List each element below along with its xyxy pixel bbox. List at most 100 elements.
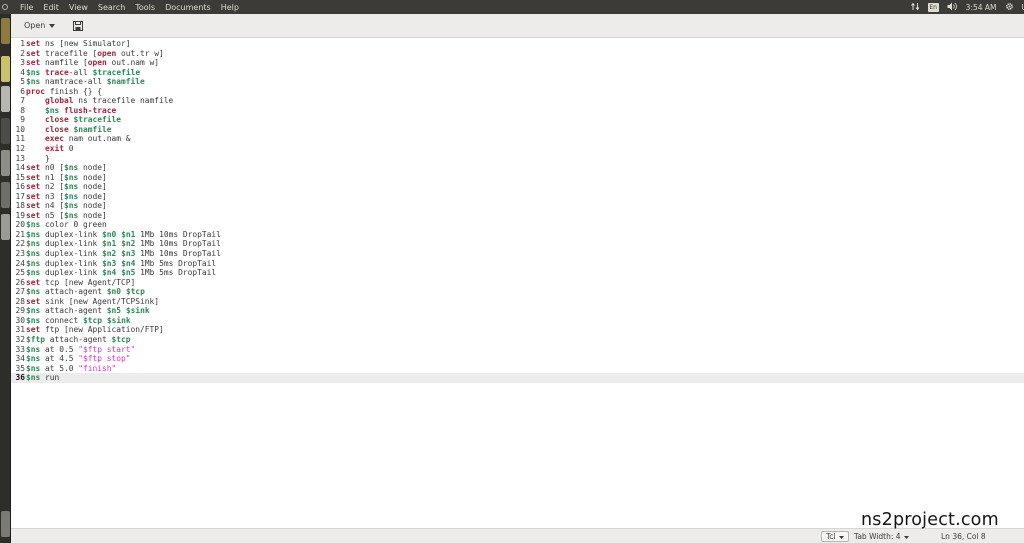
text-token: node] xyxy=(78,163,107,173)
open-button[interactable]: Open xyxy=(18,17,61,34)
menu-search[interactable]: Search xyxy=(93,3,130,12)
menu-tools[interactable]: Tools xyxy=(130,3,160,12)
line-text: close $namfile xyxy=(25,125,112,135)
code-line[interactable]: 7 global ns tracefile namfile xyxy=(11,96,1024,106)
code-line[interactable]: 29 $ns attach-agent $n5 $sink xyxy=(11,306,1024,316)
launcher-bar xyxy=(0,14,11,543)
line-text: $ns at 4.5 "$ftp stop" xyxy=(25,354,131,364)
line-text: $ns attach-agent $n5 $sink xyxy=(25,306,150,316)
variable-token: $sink xyxy=(106,315,131,325)
code-editor[interactable]: 1 set ns [new Simulator] 2 set tracefile [o… xyxy=(11,38,1024,528)
code-line[interactable]: 36 $ns run xyxy=(11,373,1024,383)
text-token: ftp [new Application/FTP] xyxy=(40,325,164,335)
text-token: color 0 green xyxy=(40,220,107,230)
code-line[interactable]: 32 $ftp attach-agent $tcp xyxy=(11,335,1024,345)
keyword-token: flush-trace xyxy=(64,105,117,115)
code-line[interactable]: 1 set ns [new Simulator] xyxy=(11,39,1024,49)
session-gear-icon[interactable] xyxy=(1005,2,1014,13)
variable-token: $n3 xyxy=(102,258,117,268)
string-token: "finish" xyxy=(78,363,117,373)
launcher-trash-icon[interactable] xyxy=(1,511,10,537)
keyword-token: close xyxy=(45,115,69,125)
code-line[interactable]: 27 $ns attach-agent $n0 $tcp xyxy=(11,287,1024,297)
code-line[interactable]: 13 } xyxy=(11,154,1024,164)
code-line[interactable]: 20 $ns color 0 green xyxy=(11,220,1024,230)
code-line[interactable]: 3 set namfile [open out.nam w] xyxy=(11,58,1024,68)
code-line[interactable]: 31 set ftp [new Application/FTP] xyxy=(11,325,1024,335)
text-token: -all xyxy=(68,67,93,77)
variable-token: $ns xyxy=(64,201,79,211)
string-token: "$ftp start" xyxy=(78,344,136,354)
code-line[interactable]: 4 $ns trace-all $tracefile xyxy=(11,68,1024,78)
keyboard-layout-indicator[interactable]: En xyxy=(927,2,939,12)
text-token: 0 xyxy=(64,144,74,154)
menu-edit[interactable]: Edit xyxy=(38,3,64,12)
code-line[interactable]: 19 set n5 [$ns node] xyxy=(11,211,1024,221)
keyword-token: exec xyxy=(45,134,65,144)
launcher-app-icon[interactable] xyxy=(1,150,10,176)
save-icon xyxy=(73,16,84,35)
code-line[interactable]: 18 set n4 [$ns node] xyxy=(11,201,1024,211)
cursor-position: Ln 36, Col 8 xyxy=(941,532,986,541)
menu-documents[interactable]: Documents xyxy=(160,3,216,12)
line-number: 21 xyxy=(15,229,25,239)
code-line[interactable]: 12 exit 0 xyxy=(11,144,1024,154)
code-line[interactable]: 17 set n3 [$ns node] xyxy=(11,192,1024,202)
code-line[interactable]: 10 close $namfile xyxy=(11,125,1024,135)
keyword-token: close xyxy=(45,124,69,134)
line-text: $ftp attach-agent $tcp xyxy=(25,335,131,345)
variable-token: $ns xyxy=(26,344,41,354)
code-line[interactable]: 28 set sink [new Agent/TCPSink] xyxy=(11,297,1024,307)
code-line[interactable]: 25 $ns duplex-link $n4 $n5 1Mb 5ms DropTa… xyxy=(11,268,1024,278)
tab-width-selector[interactable]: Tab Width: 4 xyxy=(854,531,909,542)
text-token: nam out.nam & xyxy=(64,134,131,144)
ubuntu-logo-icon[interactable] xyxy=(2,4,8,10)
menu-view[interactable]: View xyxy=(64,3,93,12)
code-line[interactable]: 34 $ns at 4.5 "$ftp stop" xyxy=(11,354,1024,364)
code-line[interactable]: 16 set n2 [$ns node] xyxy=(11,182,1024,192)
launcher-app-icon[interactable] xyxy=(1,56,10,82)
text-token: node] xyxy=(78,182,107,192)
line-text: set sink [new Agent/TCPSink] xyxy=(25,297,159,307)
code-line[interactable]: 5 $ns namtrace-all $namfile xyxy=(11,77,1024,87)
code-line[interactable]: 21 $ns duplex-link $n0 $n1 1Mb 10ms DropT… xyxy=(11,230,1024,240)
menu-help[interactable]: Help xyxy=(216,3,244,12)
line-text: $ns duplex-link $n3 $n4 1Mb 5ms DropTail xyxy=(25,259,216,269)
line-text: $ns namtrace-all $namfile xyxy=(25,77,145,87)
launcher-app-icon[interactable] xyxy=(1,214,10,240)
menu-file[interactable]: File xyxy=(15,3,38,12)
line-number: 11 xyxy=(15,134,25,144)
code-line[interactable]: 22 $ns duplex-link $n1 $n2 1Mb 10ms DropT… xyxy=(11,239,1024,249)
code-line[interactable]: 24 $ns duplex-link $n3 $n4 1Mb 5ms DropTa… xyxy=(11,259,1024,269)
launcher-app-icon[interactable] xyxy=(1,18,10,44)
text-token: sink [new Agent/TCPSink] xyxy=(40,296,160,306)
variable-token: $namfile xyxy=(106,77,145,87)
launcher-app-icon[interactable] xyxy=(1,118,10,144)
code-line[interactable]: 9 close $tracefile xyxy=(11,115,1024,125)
launcher-app-icon[interactable] xyxy=(1,182,10,208)
line-text: exit 0 xyxy=(25,144,74,154)
code-line[interactable]: 15 set n1 [$ns node] xyxy=(11,173,1024,183)
launcher-app-icon[interactable] xyxy=(1,86,10,112)
network-updown-icon[interactable] xyxy=(910,2,920,13)
volume-icon[interactable] xyxy=(947,2,958,13)
save-button[interactable] xyxy=(71,19,85,33)
clock[interactable]: 3:54 AM xyxy=(966,3,997,12)
chevron-down-icon xyxy=(838,532,844,541)
code-line[interactable]: 6 proc finish {} { xyxy=(11,87,1024,97)
code-line[interactable]: 11 exec nam out.nam & xyxy=(11,134,1024,144)
text-token: 1Mb 10ms DropTail xyxy=(135,249,221,259)
code-line[interactable]: 30 $ns connect $tcp $sink xyxy=(11,316,1024,326)
code-line[interactable]: 14 set n0 [$ns node] xyxy=(11,163,1024,173)
variable-token: $ns xyxy=(26,258,41,268)
code-line[interactable]: 35 $ns at 5.0 "finish" xyxy=(11,364,1024,374)
code-line[interactable]: 2 set tracefile [open out.tr w] xyxy=(11,49,1024,59)
code-line[interactable]: 26 set tcp [new Agent/TCP] xyxy=(11,278,1024,288)
line-text: set n2 [$ns node] xyxy=(25,182,107,192)
language-selector[interactable]: Tcl xyxy=(821,531,849,542)
variable-token: $ns xyxy=(45,105,60,115)
code-line[interactable]: 8 $ns flush-trace xyxy=(11,106,1024,116)
code-line[interactable]: 23 $ns duplex-link $n2 $n3 1Mb 10ms DropT… xyxy=(11,249,1024,259)
code-line[interactable]: 33 $ns at 0.5 "$ftp start" xyxy=(11,345,1024,355)
